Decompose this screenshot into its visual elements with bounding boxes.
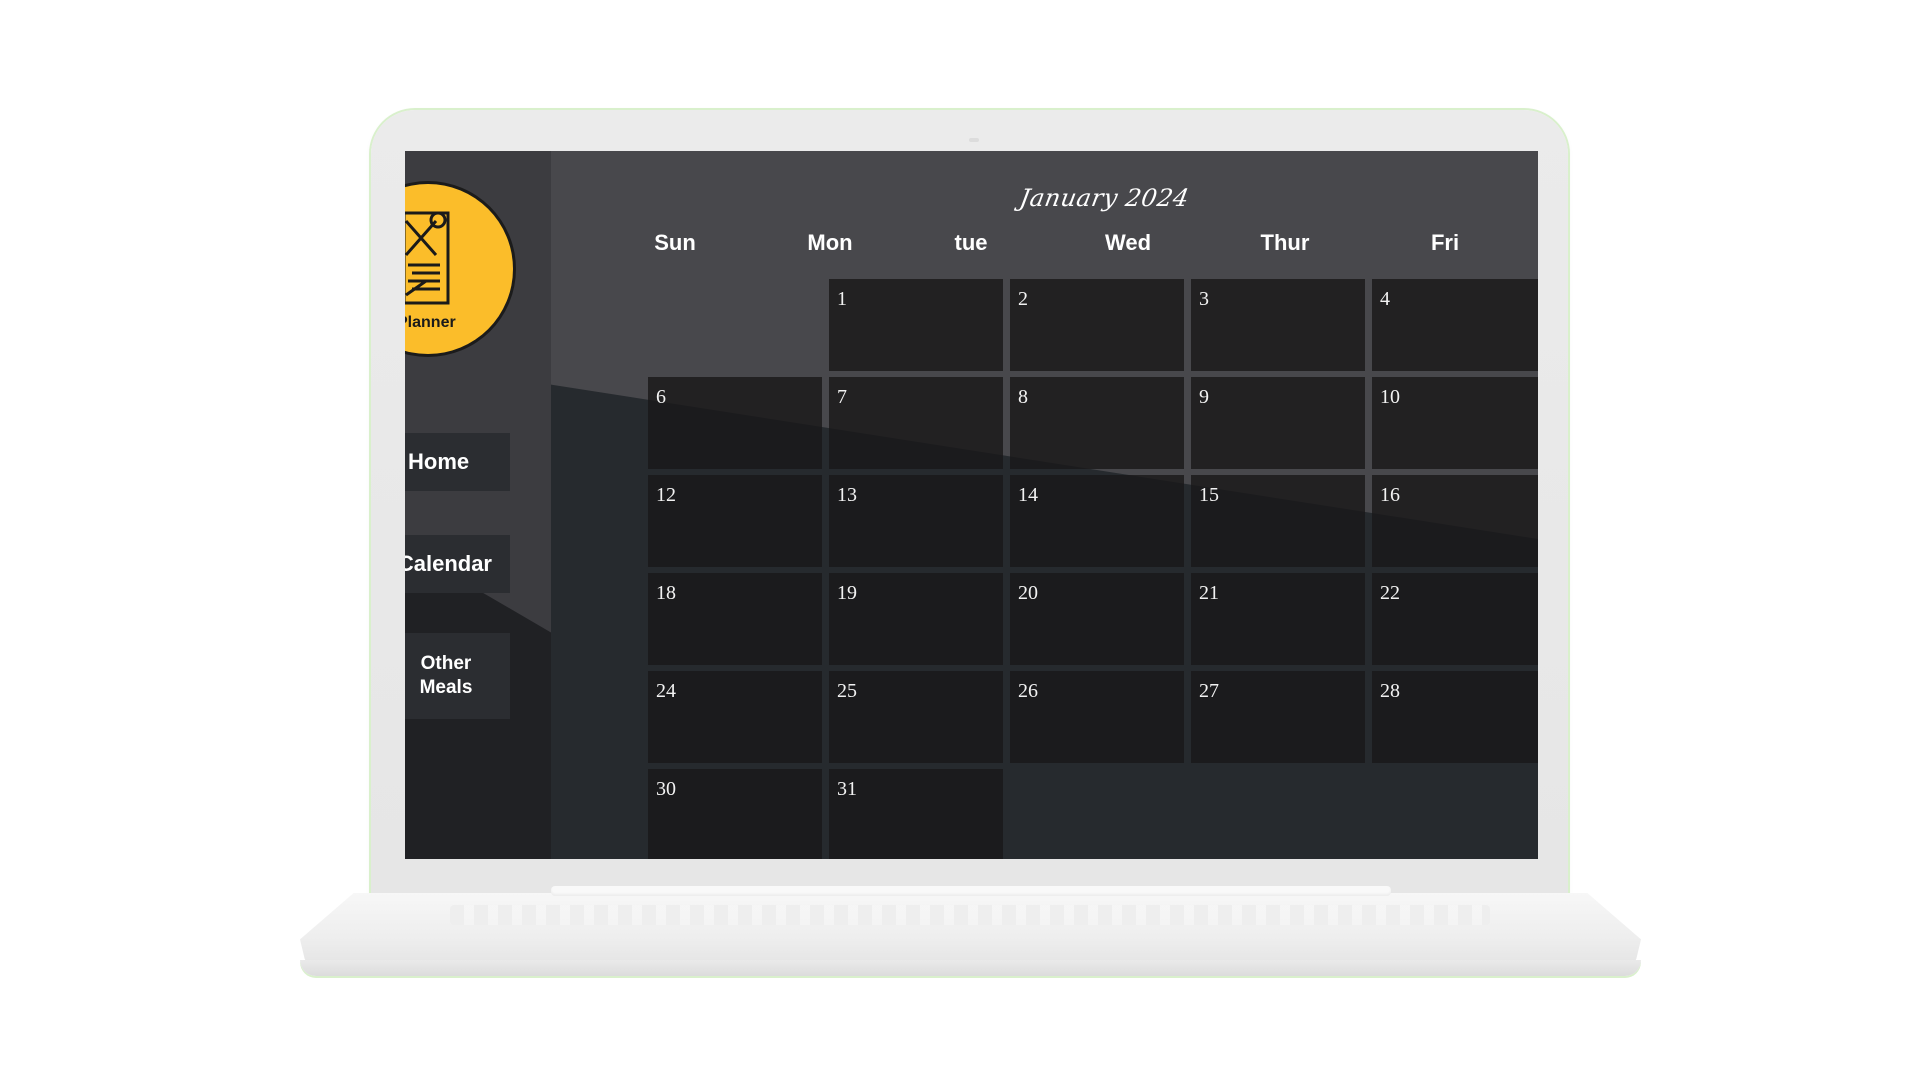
- day-number: 4: [1380, 288, 1390, 310]
- weekday-fri: Fri: [1430, 230, 1460, 255]
- day-cell[interactable]: 1: [829, 279, 1003, 371]
- day-number: 18: [656, 582, 676, 604]
- meal-planner-icon: [405, 211, 450, 305]
- day-cell[interactable]: 30: [648, 769, 822, 859]
- laptop-base-edge: [300, 960, 1641, 976]
- nav-home-label: Home: [408, 449, 470, 474]
- day-cell[interactable]: 19: [829, 573, 1003, 665]
- day-cell[interactable]: 15: [1191, 475, 1365, 567]
- weekday-tue: tue: [954, 230, 988, 255]
- day-cell[interactable]: 25: [829, 671, 1003, 763]
- day-cell[interactable]: 10: [1372, 377, 1538, 469]
- day-number: 9: [1199, 386, 1209, 408]
- day-number: 20: [1018, 582, 1038, 604]
- laptop-hinge: [551, 886, 1391, 896]
- weekday-sun: Sun: [654, 230, 696, 255]
- day-cell[interactable]: 16: [1372, 475, 1538, 567]
- day-number: 19: [837, 582, 857, 604]
- day-cell[interactable]: 12: [648, 475, 822, 567]
- day-number: 14: [1018, 484, 1038, 506]
- weekday-mon: Mon: [807, 230, 853, 255]
- day-number: 10: [1380, 386, 1400, 408]
- laptop-mockup: Planner Home Calendar Other Meals Januar…: [0, 0, 1920, 1080]
- day-number: 24: [656, 680, 676, 702]
- day-cell[interactable]: 26: [1010, 671, 1184, 763]
- day-number: 15: [1199, 484, 1219, 506]
- day-cell[interactable]: 4: [1372, 279, 1538, 371]
- day-cell[interactable]: 18: [648, 573, 822, 665]
- day-number: 13: [837, 484, 857, 506]
- day-number: 26: [1018, 680, 1038, 702]
- day-number: 30: [656, 778, 676, 800]
- day-cell[interactable]: 22: [1372, 573, 1538, 665]
- app-screen: Planner Home Calendar Other Meals Januar…: [405, 151, 1538, 859]
- day-number: 7: [837, 386, 847, 408]
- month-title: January 2024: [1017, 184, 1192, 212]
- nav-other-meals-button[interactable]: Other Meals: [405, 633, 510, 719]
- nav-calendar-label: Calendar: [405, 551, 492, 576]
- day-cell[interactable]: 20: [1010, 573, 1184, 665]
- day-number: 31: [837, 778, 857, 800]
- day-number: 16: [1380, 484, 1400, 506]
- day-cell[interactable]: 27: [1191, 671, 1365, 763]
- day-number: 6: [656, 386, 666, 408]
- day-cell[interactable]: 6: [648, 377, 822, 469]
- logo-text: Planner: [405, 314, 456, 331]
- day-cell[interactable]: 13: [829, 475, 1003, 567]
- day-number: 28: [1380, 680, 1400, 702]
- day-cell[interactable]: 9: [1191, 377, 1365, 469]
- nav-home-button[interactable]: Home: [405, 433, 510, 491]
- day-number: 2: [1018, 288, 1028, 310]
- day-number: 22: [1380, 582, 1400, 604]
- day-number: 21: [1199, 582, 1219, 604]
- day-number: 8: [1018, 386, 1028, 408]
- day-number: 12: [656, 484, 676, 506]
- day-number: 3: [1199, 288, 1209, 310]
- day-cell[interactable]: 7: [829, 377, 1003, 469]
- day-cell[interactable]: 14: [1010, 475, 1184, 567]
- day-number: 27: [1199, 680, 1219, 702]
- day-number: 25: [837, 680, 857, 702]
- day-cell[interactable]: 21: [1191, 573, 1365, 665]
- day-cell[interactable]: 2: [1010, 279, 1184, 371]
- laptop-keyboard: [450, 905, 1490, 925]
- nav-calendar-button[interactable]: Calendar: [405, 535, 510, 593]
- day-cell[interactable]: 8: [1010, 377, 1184, 469]
- weekday-wed: Wed: [1104, 230, 1152, 255]
- day-cell[interactable]: 31: [829, 769, 1003, 859]
- day-cell[interactable]: 3: [1191, 279, 1365, 371]
- weekday-thu: Thur: [1260, 230, 1310, 255]
- day-cell[interactable]: 24: [648, 671, 822, 763]
- day-number: 1: [837, 288, 847, 310]
- nav-other-line1: Other: [420, 653, 472, 674]
- day-cell[interactable]: 28: [1372, 671, 1538, 763]
- camera-icon: [969, 138, 979, 142]
- nav-other-line2: Meals: [419, 677, 473, 698]
